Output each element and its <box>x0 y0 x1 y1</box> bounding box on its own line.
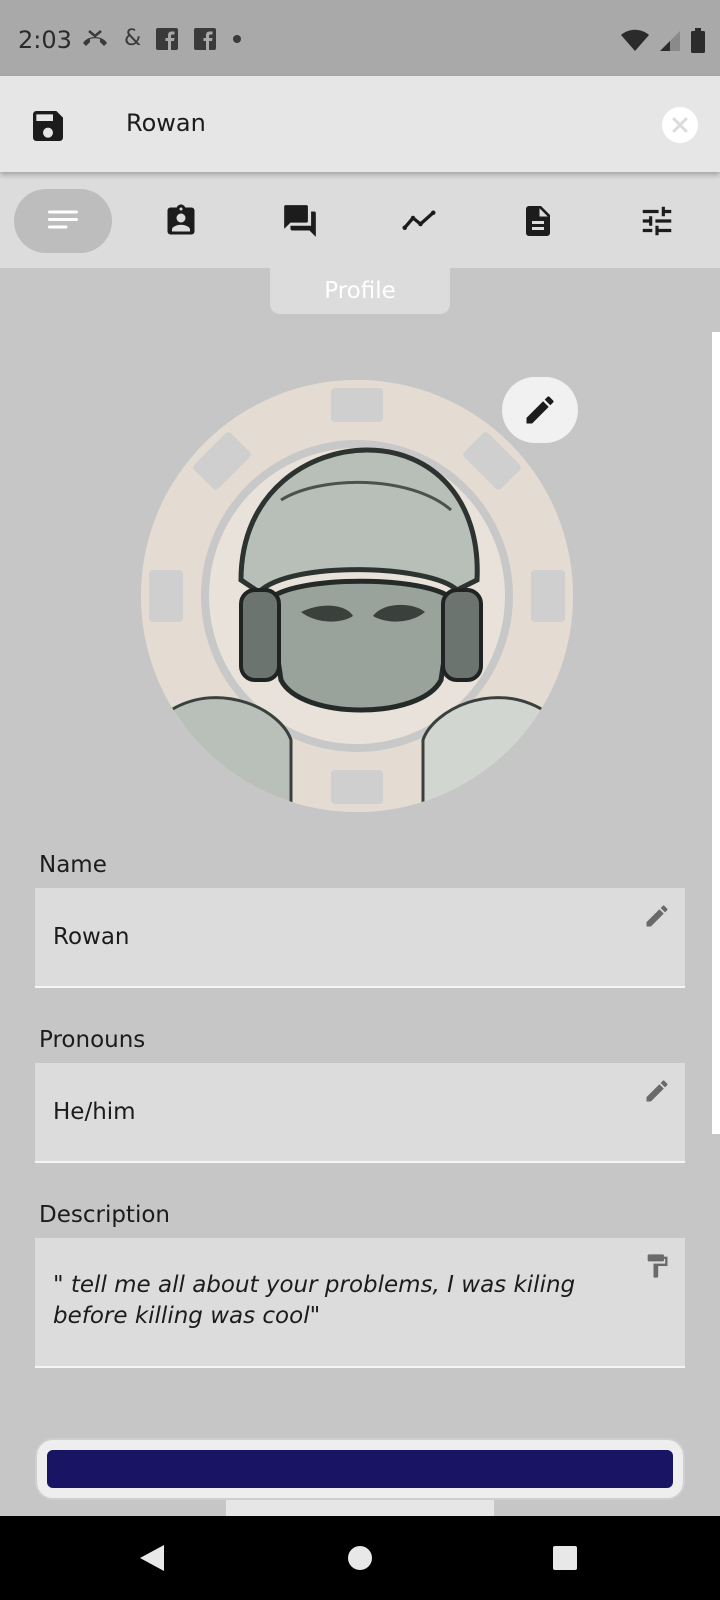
pencil-icon <box>526 396 554 424</box>
active-tab-label: Profile <box>270 268 450 314</box>
close-button[interactable] <box>662 107 698 143</box>
cell-signal-icon <box>660 31 680 51</box>
tab-settings[interactable] <box>608 189 706 253</box>
tab-profile[interactable] <box>14 189 112 253</box>
pronouns-label: Pronouns <box>39 1027 146 1053</box>
pencil-icon[interactable] <box>643 902 671 930</box>
pencil-icon[interactable] <box>643 1077 671 1105</box>
facebook-icon <box>156 27 179 50</box>
document-icon <box>526 206 550 236</box>
tab-document[interactable] <box>489 189 587 253</box>
home-icon <box>348 1546 372 1570</box>
color-picker-bar[interactable] <box>35 1438 685 1500</box>
wifi-icon <box>621 29 649 51</box>
scrollbar[interactable] <box>712 332 720 1134</box>
name-field[interactable]: Rowan <box>35 888 685 988</box>
pronouns-value: He/him <box>53 1099 136 1125</box>
facebook-icon <box>194 27 217 50</box>
status-time: 2:03 <box>18 26 72 54</box>
save-icon <box>33 111 63 141</box>
description-field[interactable]: " tell me all about your problems, I was… <box>35 1238 685 1368</box>
notes-icon <box>48 210 78 229</box>
tab-id[interactable] <box>132 189 230 253</box>
missed-call-icon <box>83 29 107 46</box>
active-tab-label-text: Profile <box>324 278 396 304</box>
top-app-bar: Rowan <box>0 76 720 172</box>
edit-avatar-button[interactable] <box>502 377 578 443</box>
avatar[interactable] <box>141 380 573 812</box>
system-icons <box>620 28 706 54</box>
description-label: Description <box>39 1202 170 1228</box>
name-value: Rowan <box>53 924 130 950</box>
color-swatch[interactable] <box>47 1450 673 1488</box>
avatar-image <box>141 380 573 812</box>
recents-button[interactable] <box>545 1538 585 1578</box>
system-navigation-bar <box>0 1516 720 1600</box>
notification-icons: & <box>80 26 243 51</box>
page-title: Rowan <box>126 109 206 137</box>
recents-icon <box>553 1546 577 1570</box>
pronouns-field[interactable]: He/him <box>35 1063 685 1163</box>
description-value: " tell me all about your problems, I was… <box>53 1272 576 1329</box>
battery-icon <box>691 28 705 53</box>
chat-icon <box>284 205 316 237</box>
paint-roller-icon[interactable] <box>643 1252 671 1280</box>
dot-icon <box>233 34 242 43</box>
tab-chat[interactable] <box>251 189 349 253</box>
home-button[interactable] <box>340 1538 380 1578</box>
back-icon <box>140 1545 164 1571</box>
trend-icon <box>402 210 436 230</box>
bottom-sheet-handle[interactable] <box>226 1500 494 1516</box>
ampersand-label: & <box>124 26 142 51</box>
close-icon <box>672 117 688 133</box>
id-badge-icon <box>167 204 195 235</box>
status-bar: 2:03 & <box>0 0 720 76</box>
tab-bar <box>0 172 720 268</box>
back-button[interactable] <box>132 1538 172 1578</box>
tab-stats[interactable] <box>370 189 468 253</box>
sliders-icon <box>642 206 672 236</box>
save-button[interactable] <box>28 106 68 146</box>
name-label: Name <box>39 852 107 878</box>
